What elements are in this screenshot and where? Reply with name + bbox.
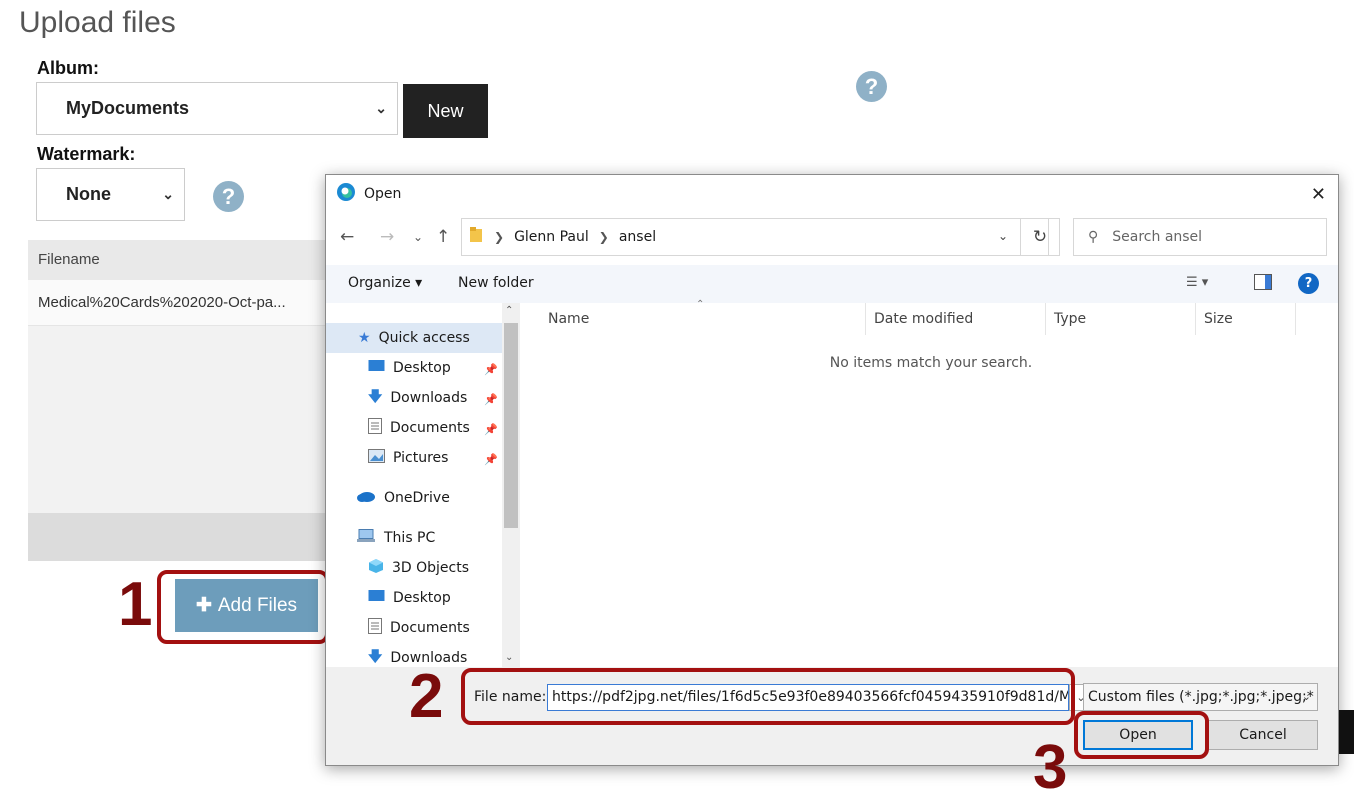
address-dropdown-icon[interactable]: ⌄ bbox=[998, 229, 1008, 243]
pin-icon: 📌 bbox=[484, 393, 498, 406]
dialog-help-icon[interactable]: ? bbox=[1298, 273, 1319, 294]
column-divider bbox=[1195, 303, 1196, 335]
chevron-down-icon: ⌄ bbox=[162, 186, 174, 202]
new-folder-button[interactable]: New folder bbox=[458, 275, 534, 291]
address-bar[interactable]: ❯ Glenn Paul ❯ ansel ⌄ bbox=[461, 218, 1049, 256]
sidebar-item-this-pc[interactable]: This PC bbox=[356, 523, 435, 553]
watermark-select-value: None bbox=[66, 184, 111, 204]
sidebar-item-quick-access[interactable]: ★ Quick access bbox=[326, 323, 502, 353]
view-options-icon[interactable]: ☰ ▾ bbox=[1186, 275, 1208, 290]
sidebar-item-3d-objects[interactable]: 3D Objects bbox=[368, 553, 469, 583]
column-divider bbox=[865, 303, 866, 335]
recent-locations-chevron-icon[interactable]: ⌄ bbox=[413, 230, 423, 244]
folder-icon bbox=[470, 227, 484, 247]
hidden-button-edge bbox=[1339, 710, 1354, 754]
breadcrumb-separator-icon: ❯ bbox=[494, 230, 505, 244]
table-footer bbox=[28, 513, 328, 561]
dialog-titlebar: Open ✕ bbox=[326, 175, 1338, 213]
back-arrow-icon[interactable]: ← bbox=[340, 227, 354, 247]
scroll-up-icon[interactable]: ⌃ bbox=[505, 305, 513, 316]
document-icon bbox=[368, 618, 382, 638]
sidebar-item-pictures[interactable]: Pictures bbox=[368, 443, 448, 473]
annotation-number-2: 2 bbox=[409, 662, 444, 731]
sidebar-item-desktop[interactable]: Desktop bbox=[368, 353, 451, 383]
column-header-name[interactable]: Name bbox=[548, 311, 589, 327]
sidebar-item-downloads[interactable]: 🡇 Downloads bbox=[368, 383, 467, 413]
sort-ascending-icon: ⌃ bbox=[696, 299, 705, 310]
scroll-down-icon[interactable]: ⌄ bbox=[505, 652, 513, 663]
table-body bbox=[28, 326, 328, 513]
annotation-box-3 bbox=[1074, 711, 1209, 759]
cloud-icon bbox=[356, 490, 376, 506]
star-icon: ★ bbox=[358, 330, 371, 346]
forward-arrow-icon[interactable]: → bbox=[380, 227, 394, 247]
help-icon[interactable]: ? bbox=[856, 71, 887, 102]
watermark-help-icon[interactable]: ? bbox=[213, 181, 244, 212]
column-header-date-modified[interactable]: Date modified bbox=[874, 311, 973, 327]
breadcrumb-glenn-paul[interactable]: Glenn Paul bbox=[514, 229, 589, 245]
dialog-toolbar: Organize ▾ New folder ☰ ▾ ? bbox=[326, 265, 1338, 303]
watermark-select[interactable]: None ⌄ bbox=[36, 168, 185, 221]
search-placeholder: Search ansel bbox=[1112, 229, 1203, 245]
up-arrow-icon[interactable]: ↑ bbox=[436, 227, 450, 247]
chevron-down-icon: ⌄ bbox=[375, 100, 387, 116]
desktop-icon bbox=[368, 359, 385, 377]
navigation-pane: ★ Quick access Desktop 📌 🡇 Downloads 📌 D… bbox=[326, 303, 522, 667]
sidebar-scroll-thumb[interactable] bbox=[504, 323, 518, 528]
close-icon[interactable]: ✕ bbox=[1311, 184, 1326, 205]
annotation-box-2 bbox=[461, 668, 1075, 725]
document-icon bbox=[368, 418, 382, 438]
pin-icon: 📌 bbox=[484, 453, 498, 466]
sidebar-item-documents[interactable]: Documents bbox=[368, 413, 470, 443]
page-title: Upload files bbox=[19, 6, 176, 39]
organize-menu[interactable]: Organize ▾ bbox=[348, 275, 422, 291]
sidebar-item-pc-documents[interactable]: Documents bbox=[368, 613, 470, 643]
file-list: ⌃ Name Date modified Type Size No items … bbox=[524, 299, 1338, 667]
search-icon: ⚲ bbox=[1088, 229, 1099, 245]
column-header-type[interactable]: Type bbox=[1054, 311, 1086, 327]
column-divider bbox=[1045, 303, 1046, 335]
empty-message: No items match your search. bbox=[829, 355, 1033, 371]
table-row[interactable]: Medical%20Cards%202020-Oct-pa... bbox=[28, 280, 328, 326]
breadcrumb-separator-icon: ❯ bbox=[598, 230, 609, 244]
album-select-value: MyDocuments bbox=[66, 98, 190, 118]
annotation-number-3: 3 bbox=[1033, 733, 1068, 800]
sidebar-item-pc-desktop[interactable]: Desktop bbox=[368, 583, 451, 613]
new-album-button[interactable]: New bbox=[403, 84, 488, 138]
dialog-title: Open bbox=[364, 186, 402, 202]
chevron-down-icon: ⌄ bbox=[1301, 690, 1311, 703]
desktop-icon bbox=[368, 589, 385, 607]
table-header-filename: Filename bbox=[28, 240, 328, 280]
pin-icon: 📌 bbox=[484, 423, 498, 436]
file-type-filter[interactable]: Custom files (*.jpg;*.jpg;*.jpeg;* ⌄ bbox=[1083, 683, 1318, 711]
refresh-icon[interactable]: ↻ bbox=[1020, 218, 1060, 256]
annotation-number-1: 1 bbox=[118, 570, 153, 639]
download-arrow-icon: 🡇 bbox=[368, 649, 383, 665]
picture-icon bbox=[368, 449, 385, 467]
edge-browser-icon bbox=[336, 182, 356, 206]
sidebar-item-onedrive[interactable]: OneDrive bbox=[356, 483, 450, 513]
download-arrow-icon: 🡇 bbox=[368, 389, 383, 405]
column-header-size[interactable]: Size bbox=[1204, 311, 1233, 327]
breadcrumb-ansel[interactable]: ansel bbox=[619, 229, 656, 245]
search-input[interactable]: ⚲ Search ansel bbox=[1073, 218, 1327, 256]
computer-icon bbox=[356, 529, 376, 547]
album-label: Album: bbox=[37, 58, 99, 78]
album-select[interactable]: MyDocuments ⌄ bbox=[36, 82, 398, 135]
cancel-button[interactable]: Cancel bbox=[1208, 720, 1318, 750]
pin-icon: 📌 bbox=[484, 363, 498, 376]
cube-icon bbox=[368, 558, 384, 578]
preview-pane-icon[interactable] bbox=[1254, 274, 1272, 294]
column-divider bbox=[1295, 303, 1296, 335]
watermark-label: Watermark: bbox=[37, 144, 136, 164]
annotation-box-1 bbox=[157, 570, 329, 644]
